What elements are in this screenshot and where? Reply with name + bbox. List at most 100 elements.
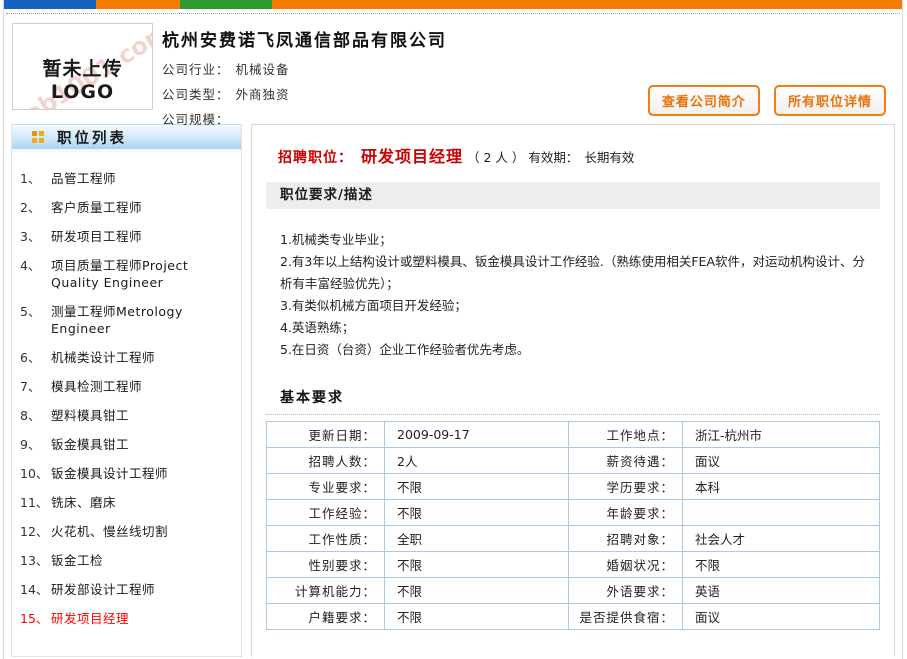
job-list-item-label: 研发部设计工程师	[51, 581, 237, 598]
table-value-cell: 面议	[683, 604, 880, 630]
table-label-cell: 工作经验：	[267, 500, 385, 526]
table-label-cell: 更新日期：	[267, 422, 385, 448]
table-row: 户籍要求： 不限 是否提供食宿： 面议	[267, 604, 880, 630]
job-list-item-number: 2、	[20, 199, 51, 216]
table-row: 招聘人数： 2人 薪资待遇： 面议	[267, 448, 880, 474]
job-list-item[interactable]: 8、 塑料模具钳工	[20, 401, 237, 430]
job-list-item-label: 研发项目工程师	[51, 228, 237, 245]
job-description-line: 2.有3年以上结构设计或塑料模具、钣金模具设计工作经验.（熟练使用相关FEA软件…	[280, 251, 866, 295]
job-list-item[interactable]: 10、 钣金模具设计工程师	[20, 459, 237, 488]
table-label-cell: 学历要求：	[569, 474, 683, 500]
company-link-button[interactable]: 所有职位详情	[774, 85, 886, 116]
job-list: 1、 品管工程师 2、 客户质量工程师 3、 研发项目工程师 4、	[12, 152, 241, 633]
job-list-item-label: 铣床、磨床	[51, 494, 237, 511]
content-region: 职位列表 1、 品管工程师 2、 客户质量工程师 3、	[4, 120, 902, 657]
job-list-item-label: 客户质量工程师	[51, 199, 237, 216]
table-value-cell: 浙江-杭州市	[683, 422, 880, 448]
table-value-cell: 全职	[385, 526, 569, 552]
job-list-item[interactable]: 5、 测量工程师Metrology Engineer	[20, 297, 237, 343]
validity-value: 长期有效	[584, 150, 634, 165]
job-list-item-label: 模具检测工程师	[51, 378, 237, 395]
job-description: 1.机械类专业毕业； 2.有3年以上结构设计或塑料模具、钣金模具设计工作经验.（…	[266, 229, 880, 361]
company-name: 杭州安费诺飞凤通信部品有限公司	[162, 22, 892, 51]
job-list-item-label: 研发项目经理	[51, 610, 237, 627]
table-value-cell: 2009-09-17	[385, 422, 569, 448]
job-header-label: 招聘职位：	[278, 150, 353, 166]
job-header: 招聘职位：研发项目经理（ 2 人 ）有效期：长期有效	[266, 143, 880, 167]
table-row: 工作性质： 全职 招聘对象： 社会人才	[267, 526, 880, 552]
job-list-item-number: 6、	[20, 349, 51, 366]
job-headcount: （ 2 人 ）	[467, 150, 524, 165]
job-list-item-number: 7、	[20, 378, 51, 395]
job-list-item-number: 1、	[20, 170, 51, 187]
job-description-line: 5.在日资（台资）企业工作经验者优先考虑。	[280, 339, 866, 361]
job-list-item-number: 13、	[20, 552, 51, 569]
job-list-item-number: 8、	[20, 407, 51, 424]
job-list-item[interactable]: 15、 研发项目经理	[20, 604, 237, 633]
job-list-item[interactable]: 1、 品管工程师	[20, 164, 237, 193]
job-list-item[interactable]: 7、 模具检测工程师	[20, 372, 237, 401]
topbar-green-segment	[180, 0, 272, 9]
section-title-basic: 基本要求	[266, 387, 880, 407]
table-label-cell: 婚姻状况：	[569, 552, 683, 578]
table-label-cell: 外语要求：	[569, 578, 683, 604]
job-list-item-label: 项目质量工程师Project Quality Engineer	[51, 257, 237, 291]
company-field-label: 公司规模：	[162, 112, 230, 127]
job-list-item-number: 9、	[20, 436, 51, 453]
job-description-line: 4.英语熟练；	[280, 317, 866, 339]
table-value-cell: 不限	[385, 578, 569, 604]
table-value-cell: 社会人才	[683, 526, 880, 552]
job-list-item-number: 14、	[20, 581, 51, 598]
table-value-cell: 不限	[683, 552, 880, 578]
job-list-item[interactable]: 9、 钣金模具钳工	[20, 430, 237, 459]
table-row: 计算机能力： 不限 外语要求： 英语	[267, 578, 880, 604]
table-row: 性别要求： 不限 婚姻状况： 不限	[267, 552, 880, 578]
job-list-item-number: 10、	[20, 465, 51, 482]
table-label-cell: 招聘人数：	[267, 448, 385, 474]
job-list-item[interactable]: 11、 铣床、磨床	[20, 488, 237, 517]
job-list-item-label: 塑料模具钳工	[51, 407, 237, 424]
table-value-cell: 面议	[683, 448, 880, 474]
job-list-item[interactable]: 4、 项目质量工程师Project Quality Engineer	[20, 251, 237, 297]
company-field-label: 公司类型：	[162, 87, 230, 102]
job-list-item-number: 5、	[20, 303, 51, 337]
topbar-orange-segment-long	[272, 0, 902, 9]
table-label-cell: 年龄要求：	[569, 500, 683, 526]
job-list-item[interactable]: 2、 客户质量工程师	[20, 193, 237, 222]
job-list-item[interactable]: 6、 机械类设计工程师	[20, 343, 237, 372]
job-list-item[interactable]: 14、 研发部设计工程师	[20, 575, 237, 604]
validity-label: 有效期：	[528, 150, 578, 165]
company-link-button[interactable]: 查看公司简介	[648, 85, 760, 116]
table-value-cell: 不限	[385, 500, 569, 526]
table-row: 工作经验： 不限 年龄要求：	[267, 500, 880, 526]
table-value-cell: 本科	[683, 474, 880, 500]
table-label-cell: 是否提供食宿：	[569, 604, 683, 630]
job-list-item[interactable]: 3、 研发项目工程师	[20, 222, 237, 251]
dotted-divider	[266, 414, 880, 415]
job-description-line: 1.机械类专业毕业；	[280, 229, 866, 251]
table-label-cell: 工作地点：	[569, 422, 683, 448]
table-row: 专业要求： 不限 学历要求： 本科	[267, 474, 880, 500]
sidebar-title: 职位列表	[57, 127, 127, 148]
table-label-cell: 计算机能力：	[267, 578, 385, 604]
table-label-cell: 性别要求：	[267, 552, 385, 578]
page-container: job1001.com 暂未上传LOGO 杭州安费诺飞凤通信部品有限公司 公司行…	[3, 0, 903, 659]
job-list-item-number: 11、	[20, 494, 51, 511]
header-buttons: 查看公司简介 所有职位详情	[639, 85, 886, 116]
job-list-item-label: 钣金工检	[51, 552, 237, 569]
job-list-item[interactable]: 13、 钣金工检	[20, 546, 237, 575]
table-label-cell: 工作性质：	[267, 526, 385, 552]
company-header: job1001.com 暂未上传LOGO 杭州安费诺飞凤通信部品有限公司 公司行…	[4, 14, 902, 120]
company-field-value: 机械设备	[236, 62, 290, 77]
table-label-cell: 薪资待遇：	[569, 448, 683, 474]
topbar-blue-segment	[4, 0, 96, 9]
topbar-orange-segment	[96, 0, 180, 9]
section-title-requirements: 职位要求/描述	[266, 182, 880, 209]
company-field-label: 公司行业：	[162, 62, 230, 77]
table-value-cell: 英语	[683, 578, 880, 604]
job-list-item-label: 机械类设计工程师	[51, 349, 237, 366]
company-field-value: 外商独资	[236, 87, 290, 102]
job-list-item[interactable]: 12、 火花机、慢丝线切割	[20, 517, 237, 546]
job-list-item-number: 15、	[20, 610, 51, 627]
job-list-sidebar: 职位列表 1、 品管工程师 2、 客户质量工程师 3、	[11, 124, 242, 657]
